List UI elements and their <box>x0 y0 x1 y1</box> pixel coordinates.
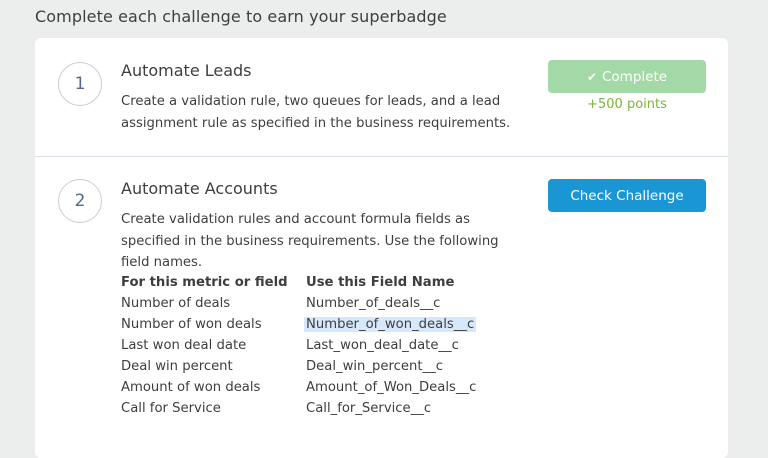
challenge-description: Create validation rules and account form… <box>121 212 499 270</box>
challenge-1: 1 Automate Leads Create a validation rul… <box>35 38 728 157</box>
selected-text[interactable]: Number_of_won_deals__c <box>304 317 477 332</box>
table-row: Last won deal date Last_won_deal_date__c <box>121 335 476 356</box>
column-header-metric: For this metric or field <box>121 275 288 290</box>
check-icon: ✔ <box>586 69 597 84</box>
challenge-description: Create a validation rule, two queues for… <box>121 94 511 131</box>
metric-cell: Call for Service <box>121 401 221 416</box>
challenges-card: 1 Automate Leads Create a validation rul… <box>35 38 728 458</box>
table-row: Call for Service Call_for_Service__c <box>121 398 476 419</box>
metric-cell: Amount of won deals <box>121 380 261 395</box>
challenge-2: 2 Automate Accounts Create validation ru… <box>35 157 728 458</box>
table-header-row: For this metric or field Use this Field … <box>121 272 476 293</box>
challenge-number-badge: 2 <box>58 179 102 223</box>
challenge-title: Automate Leads <box>121 61 252 80</box>
challenge-title: Automate Accounts <box>121 179 278 198</box>
field-name-table: For this metric or field Use this Field … <box>121 272 476 419</box>
field-name-cell: Number_of_deals__c <box>306 296 441 311</box>
metric-cell: Number of won deals <box>121 317 262 332</box>
field-name-cell: Call_for_Service__c <box>306 401 432 416</box>
table-row: Number of won deals Number_of_won_deals_… <box>121 314 477 335</box>
field-name-cell: Deal_win_percent__c <box>306 359 443 374</box>
column-header-field-name: Use this Field Name <box>306 275 455 290</box>
complete-button[interactable]: ✔ Complete <box>548 60 706 93</box>
table-row: Deal win percent Deal_win_percent__c <box>121 356 476 377</box>
complete-button-label: Complete <box>602 68 668 85</box>
field-name-cell: Last_won_deal_date__c <box>306 338 459 353</box>
metric-cell: Last won deal date <box>121 338 247 353</box>
metric-cell: Number of deals <box>121 296 231 311</box>
challenge-number-badge: 1 <box>58 62 102 106</box>
field-name-cell: Number_of_won_deals__c <box>304 314 477 335</box>
table-row: Amount of won deals Amount_of_Won_Deals_… <box>121 377 476 398</box>
field-name-cell: Amount_of_Won_Deals__c <box>306 380 477 395</box>
check-challenge-button[interactable]: Check Challenge <box>548 179 706 212</box>
metric-cell: Deal win percent <box>121 359 233 374</box>
points-earned: +500 points <box>587 97 667 112</box>
table-row: Number of deals Number_of_deals__c <box>121 293 476 314</box>
page-heading: Complete each challenge to earn your sup… <box>35 7 447 26</box>
